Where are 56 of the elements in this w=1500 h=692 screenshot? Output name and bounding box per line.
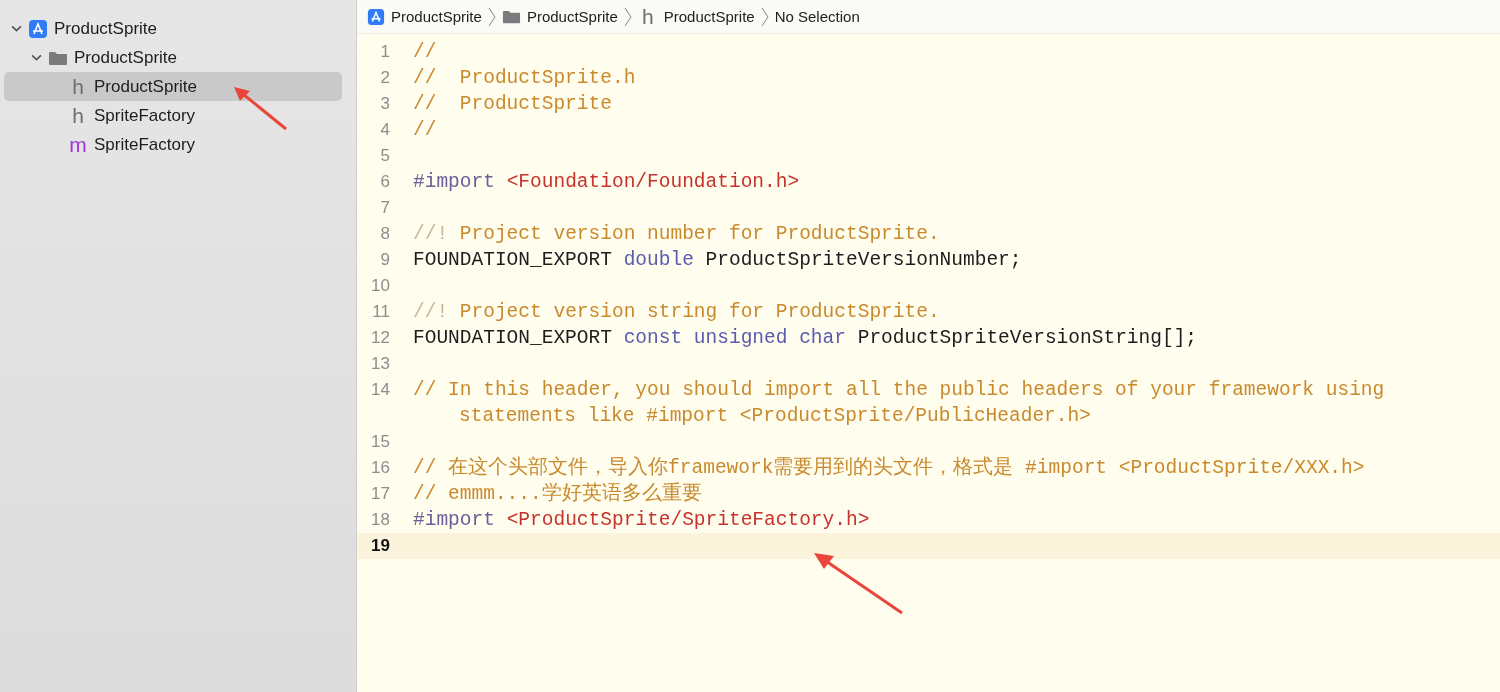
line-number: 6 — [379, 171, 391, 193]
navigator-item[interactable]: ProductSprite — [4, 14, 342, 43]
code-line: // emmm....学好英语多么重要 — [413, 481, 702, 507]
file-type-icon: h — [637, 6, 658, 27]
folder-icon — [501, 8, 521, 25]
file-type-icon: h — [68, 76, 88, 97]
annotation-arrow — [232, 85, 288, 131]
line-number: 17 — [370, 483, 391, 505]
separator-icon — [760, 6, 769, 27]
file-type-icon: h — [68, 105, 88, 126]
code-line: // — [413, 40, 437, 65]
chevron-icon[interactable] — [30, 52, 42, 63]
navigator-item[interactable]: m SpriteFactory — [4, 130, 342, 159]
code-line: //! Project version string for ProductSprite. — [413, 300, 940, 325]
separator-icon — [487, 6, 496, 27]
app-icon — [367, 7, 385, 26]
separator-icon — [623, 6, 632, 27]
line-number: 4 — [379, 119, 391, 141]
chevron-icon[interactable] — [10, 23, 22, 34]
line-number: 11 — [371, 301, 391, 323]
code-line: #import <ProductSprite/SpriteFactory.h> — [413, 508, 870, 533]
breadcrumb-item[interactable]: ProductSprite — [526, 8, 618, 25]
code-line: FOUNDATION_EXPORT double ProductSpriteVersionNumber; — [413, 248, 1022, 273]
breadcrumb-item[interactable]: ProductSprite — [663, 8, 755, 25]
code-line: statements like #import <ProductSprite/PublicHeader.h> — [458, 404, 1092, 429]
line-number: 9 — [379, 249, 391, 271]
line-number: 8 — [379, 223, 391, 245]
line-number: 18 — [370, 509, 391, 531]
line-number: 2 — [379, 67, 391, 89]
code-line: // ProductSprite.h — [413, 66, 636, 91]
file-type-icon: m — [68, 134, 88, 155]
breadcrumb-item[interactable]: ProductSprite — [391, 8, 482, 25]
line-number: 1 — [379, 41, 391, 63]
line-number: 13 — [370, 353, 391, 375]
code-line: // ProductSprite — [413, 92, 612, 117]
line-number: 16 — [370, 457, 391, 479]
line-number: 7 — [379, 197, 391, 219]
line-number: 3 — [379, 93, 391, 115]
line-number: 5 — [379, 145, 391, 167]
line-number: 14 — [370, 379, 391, 401]
navigator-item[interactable]: ProductSprite — [4, 43, 342, 72]
code-line: // — [413, 118, 437, 143]
code-line: //! Project version number for ProductSprite. — [413, 222, 940, 247]
app-icon — [28, 18, 48, 39]
line-number: 10 — [370, 275, 391, 297]
code-line: #import <Foundation/Foundation.h> — [413, 170, 800, 195]
line-number: 19 — [370, 535, 391, 557]
breadcrumb-item[interactable]: No Selection — [774, 8, 860, 25]
navigator-item[interactable]: h SpriteFactory — [4, 101, 342, 130]
code-line: // In this header, you should import all the public headers of your framework using — [413, 378, 1385, 403]
line-number: 12 — [370, 327, 391, 349]
line-number: 15 — [370, 431, 391, 453]
code-line: FOUNDATION_EXPORT const unsigned char ProductSpriteVersionString[]; — [413, 326, 1198, 351]
folder-icon — [48, 49, 68, 66]
navigator-item[interactable]: h ProductSprite — [4, 72, 342, 101]
code-line: // 在这个头部文件，导入你framework需要用到的头文件，格式是 #import <ProductSprite/XXX.h> — [413, 455, 1365, 481]
